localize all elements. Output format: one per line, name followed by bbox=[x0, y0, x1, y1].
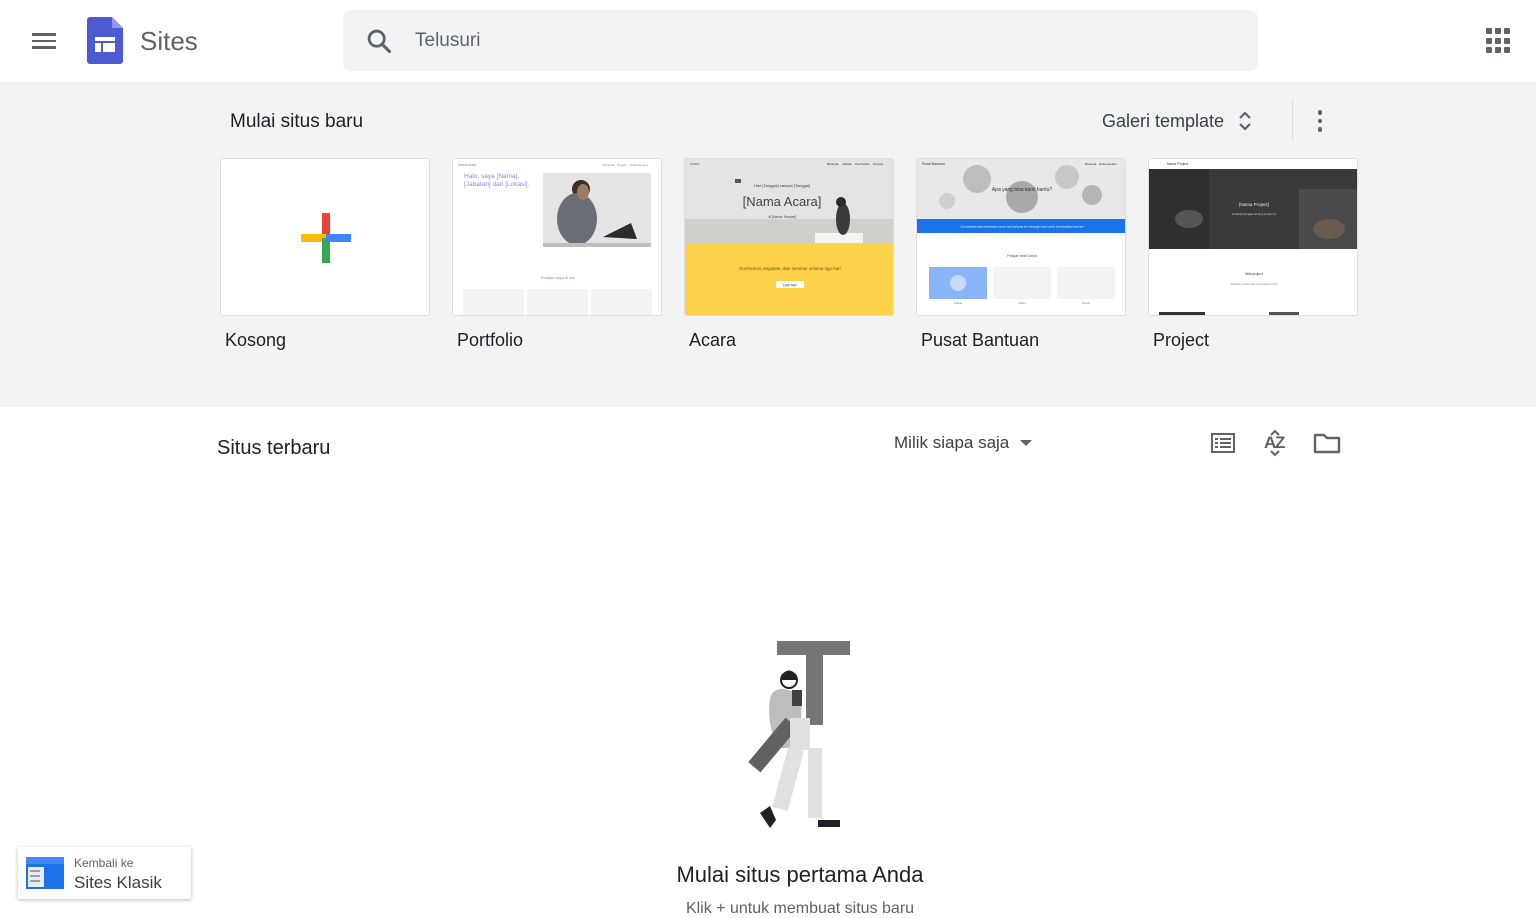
more-vert-icon bbox=[1317, 110, 1323, 115]
svg-text:Misi project: Misi project bbox=[1245, 272, 1263, 276]
template-label: Portfolio bbox=[457, 330, 524, 350]
empty-state-subtitle: Klik + untuk membuat situs baru bbox=[685, 900, 915, 917]
svg-text:Tempat: Tempat bbox=[873, 162, 883, 166]
sort-az-icon[interactable]: A Z bbox=[1259, 428, 1291, 458]
svg-text:Apa yang bisa kami bantu?: Apa yang bisa kami bantu? bbox=[992, 187, 1053, 193]
svg-text:Pembicara: Pembicara bbox=[855, 162, 870, 166]
svg-text:Pelajari lebih lanjut: Pelajari lebih lanjut bbox=[1007, 254, 1036, 258]
svg-text:di [Nama Tempat]: di [Nama Tempat] bbox=[768, 215, 795, 219]
svg-text:Konferensi, kegiatan, dan semi: Konferensi, kegiatan, dan seminar selama… bbox=[739, 266, 840, 271]
hamburger-icon bbox=[32, 33, 56, 36]
svg-text:Dokumentasi: Dokumentasi bbox=[1099, 162, 1117, 166]
template-label: Acara bbox=[689, 330, 737, 350]
list-view-icon[interactable] bbox=[1207, 428, 1239, 458]
svg-text:Jadwal: Jadwal bbox=[842, 162, 852, 166]
svg-text:Acara: Acara bbox=[690, 162, 699, 166]
unfold-icon bbox=[1239, 111, 1251, 131]
template-label: Project bbox=[1153, 330, 1210, 350]
template-gallery-section: Mulai situs baru Galeri template Kosong … bbox=[0, 82, 1536, 407]
svg-text:Jelaskan tujuan dan misi proje: Jelaskan tujuan dan misi project di sini bbox=[1230, 282, 1278, 286]
svg-text:[Nama Project]: [Nama Project] bbox=[1239, 202, 1269, 207]
app-name[interactable]: Sites bbox=[140, 26, 198, 57]
svg-text:Video: Video bbox=[1018, 301, 1026, 305]
svg-text:Hari [Tanggal] sampai [Tanggal: Hari [Tanggal] sampai [Tanggal] bbox=[754, 183, 810, 188]
empty-state-title: Mulai situs pertama Anda bbox=[676, 862, 924, 887]
more-options-button[interactable] bbox=[1306, 104, 1334, 138]
google-apps-icon[interactable] bbox=[1486, 28, 1512, 54]
template-thumbnail-help-center: Pusat Bantuan Beranda Dokumentasi Apa ya… bbox=[916, 158, 1126, 316]
section-title: Mulai situs baru bbox=[230, 111, 364, 132]
svg-text:Proyek: Proyek bbox=[617, 163, 627, 167]
svg-text:Forum: Forum bbox=[1082, 301, 1091, 305]
classic-sites-icon bbox=[26, 857, 64, 889]
event-preview: Acara Beranda Jadwal Pembicara Tempat Ha… bbox=[685, 159, 893, 315]
folder-icon[interactable] bbox=[1311, 428, 1343, 458]
template-gallery-toggle[interactable]: Galeri template bbox=[1096, 100, 1258, 142]
recent-sites-title: Situs terbaru bbox=[217, 437, 331, 459]
owner-filter-dropdown[interactable]: Milik siapa saja bbox=[888, 426, 1039, 460]
svg-text:Cari jawaban atas pertanyaan u: Cari jawaban atas pertanyaan umum atau h… bbox=[960, 225, 1084, 229]
template-card-blank[interactable]: Kosong bbox=[220, 158, 430, 351]
classic-line2: Sites Klasik bbox=[74, 873, 162, 892]
template-card-help-center[interactable]: Pusat Bantuan Beranda Dokumentasi Apa ya… bbox=[916, 158, 1126, 351]
top-app-bar: Sites bbox=[0, 0, 1536, 82]
empty-state-illustration bbox=[748, 641, 850, 828]
portfolio-preview: Nama Anda Beranda Proyek Hubungi saya Ha… bbox=[453, 159, 661, 315]
svg-text:Artikel: Artikel bbox=[954, 301, 962, 305]
back-to-classic-sites-button[interactable]: Kembali ke Sites Klasik bbox=[18, 847, 191, 899]
classic-line1: Kembali ke bbox=[74, 856, 134, 870]
arrow-drop-down-icon bbox=[1020, 440, 1033, 446]
template-thumbnail-event: Acara Beranda Jadwal Pembicara Tempat Ha… bbox=[684, 158, 894, 316]
template-card-event[interactable]: Acara Beranda Jadwal Pembicara Tempat Ha… bbox=[684, 158, 894, 351]
svg-text:Beranda: Beranda bbox=[1085, 162, 1097, 166]
svg-text:Deskripsi singkat tentang proj: Deskripsi singkat tentang project ini bbox=[1232, 212, 1276, 216]
search-bar[interactable] bbox=[343, 10, 1258, 71]
svg-text:Beranda: Beranda bbox=[603, 163, 615, 167]
template-gallery-label: Galeri template bbox=[1102, 110, 1225, 131]
help-center-preview: Pusat Bantuan Beranda Dokumentasi Apa ya… bbox=[917, 159, 1125, 315]
template-label: Pusat Bantuan bbox=[921, 330, 1040, 350]
template-thumbnail-portfolio: Nama Anda Beranda Proyek Hubungi saya Ha… bbox=[452, 158, 662, 316]
svg-text:[Nama Acara]: [Nama Acara] bbox=[743, 194, 822, 209]
template-thumbnail-blank bbox=[220, 158, 430, 316]
plus-icon bbox=[301, 213, 351, 263]
template-card-portfolio[interactable]: Nama Anda Beranda Proyek Hubungi saya Ha… bbox=[452, 158, 662, 351]
svg-text:Pusat Bantuan: Pusat Bantuan bbox=[922, 162, 945, 166]
preview-text: Nama Anda bbox=[458, 163, 476, 167]
svg-text:DAFTAR: DAFTAR bbox=[783, 284, 797, 288]
svg-text:Beranda: Beranda bbox=[827, 162, 839, 166]
project-preview: Nama Project [Nama Project] Deskripsi si… bbox=[1149, 159, 1357, 315]
svg-text:Hubungi saya: Hubungi saya bbox=[630, 163, 649, 167]
template-card-project[interactable]: Nama Project [Nama Project] Deskripsi si… bbox=[1148, 158, 1358, 351]
search-input[interactable] bbox=[415, 10, 1235, 71]
divider bbox=[1292, 100, 1293, 140]
template-label: Kosong bbox=[225, 330, 287, 350]
search-icon[interactable] bbox=[365, 27, 393, 55]
svg-text:Nama Project: Nama Project bbox=[1167, 162, 1188, 166]
template-thumbnail-project: Nama Project [Nama Project] Deskripsi si… bbox=[1148, 158, 1358, 316]
owner-filter-label: Milik siapa saja bbox=[894, 433, 1010, 452]
svg-text:Pelajari saya di sini: Pelajari saya di sini bbox=[541, 275, 575, 280]
sites-logo-icon[interactable] bbox=[87, 17, 123, 64]
svg-text:Z: Z bbox=[1275, 433, 1285, 452]
main-menu-button[interactable] bbox=[24, 21, 64, 61]
